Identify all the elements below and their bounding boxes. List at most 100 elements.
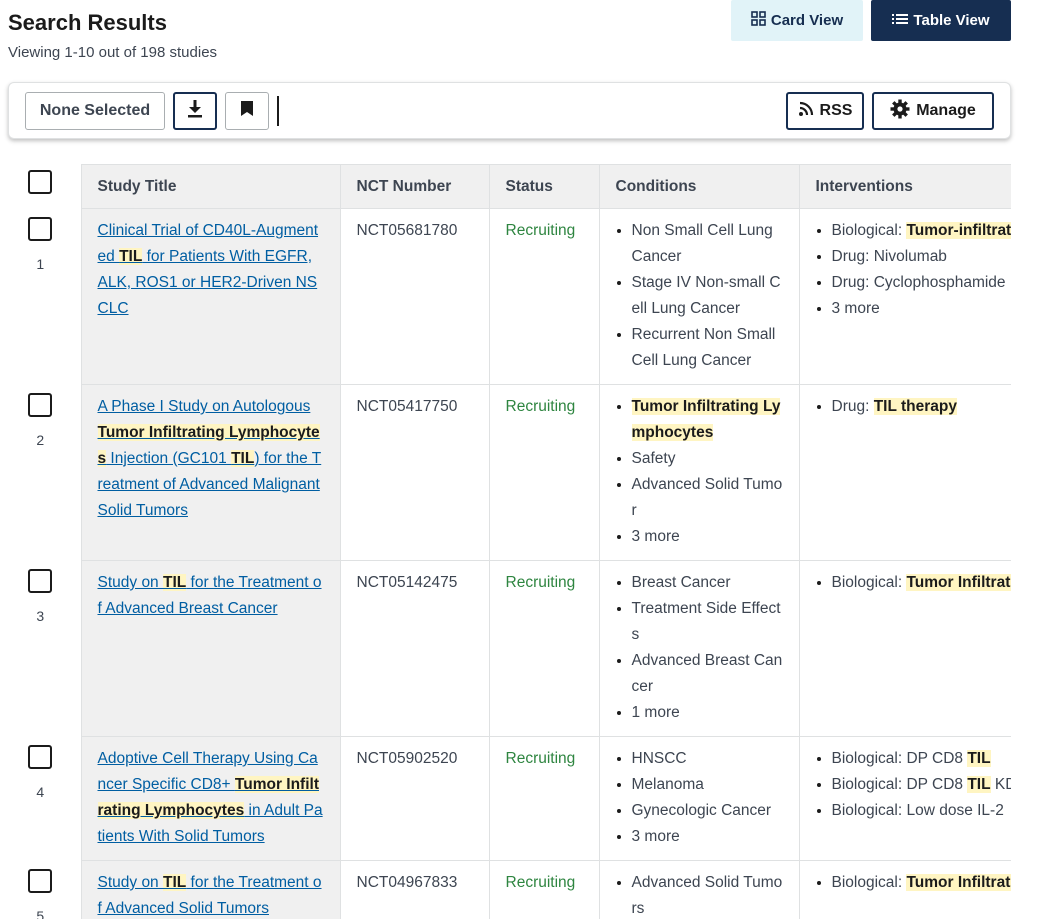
save-bookmark-button[interactable]: [225, 92, 269, 130]
row-checkbox[interactable]: [28, 744, 53, 769]
text-segment: 3 more: [831, 300, 880, 317]
row-select-cell: 2: [0, 384, 81, 561]
status-badge: Recruiting: [488, 860, 600, 919]
list-item: Stage IV Non-small Cell Lung Cancer: [632, 270, 783, 322]
interventions-list: Biological: Tumor Infiltrates (TIL): [816, 570, 1011, 596]
list-item: Biological: Tumor-infiltrates (TIL): [831, 218, 1011, 244]
interventions-cell: Biological: Tumor Infiltrates (TIL): [798, 860, 1011, 919]
search-term-highlight: TIL: [967, 750, 991, 767]
nct-number: NCT05681780: [339, 208, 490, 385]
status-badge: Recruiting: [488, 384, 600, 561]
text-segment: 3 more: [631, 528, 680, 545]
search-term-highlight: TIL: [119, 248, 143, 265]
list-item: Melanoma: [632, 772, 783, 798]
text-segment: Biological:: [831, 222, 907, 239]
list-item: 1 more: [632, 700, 783, 726]
grid-icon: [751, 11, 766, 30]
results-table-container: Study Title NCT Number Status Conditions…: [0, 164, 1011, 919]
download-button[interactable]: [173, 92, 217, 130]
text-segment: Study on: [97, 574, 163, 591]
study-title-link[interactable]: Clinical Trial of CD40L-Augmented TIL fo…: [98, 222, 319, 317]
text-segment: Breast Cancer: [631, 574, 731, 591]
search-term-highlight: TIL: [967, 776, 991, 793]
conditions-list: Tumor Infiltrating Lymphocytes Safety Adva…: [616, 394, 783, 550]
study-title-link[interactable]: Study on TIL for the Treatment of Advanc…: [98, 574, 322, 617]
list-item: Biological: Low dose IL-2: [832, 798, 1012, 824]
text-segment: Recurrent Non Small Cell Lung Cancer: [631, 326, 776, 369]
row-checkbox[interactable]: [28, 568, 53, 593]
text-segment: Biological: Low dose IL-2: [831, 802, 1004, 819]
column-header-status[interactable]: Status: [488, 164, 600, 209]
study-title-link[interactable]: Adoptive Cell Therapy Using Cancer Speci…: [97, 750, 323, 845]
text-segment: Biological:: [831, 574, 907, 591]
status-badge: Recruiting: [488, 208, 600, 385]
interventions-cell: Drug: TIL therapy: [798, 384, 1012, 561]
text-segment: Drug: Cyclophosphamide: [831, 274, 1006, 291]
conditions-list: Non Small Cell Lung Cancer Stage IV Non-s…: [616, 218, 783, 374]
row-checkbox[interactable]: [28, 216, 53, 241]
list-item: Non Small Cell Lung Cancer: [632, 218, 783, 270]
list-item: Advanced Breast Cancer: [632, 648, 783, 700]
list-item: 3 more: [632, 524, 783, 550]
conditions-list: Breast Cancer Treatment Side Effects Advan…: [616, 570, 783, 726]
manage-button[interactable]: Manage: [872, 92, 994, 130]
row-number: 2: [36, 431, 45, 448]
list-item: Drug: Nivolumab: [832, 244, 1012, 270]
table-row: 2 A Phase I Study on Autologous Tumor Inf…: [0, 384, 1012, 561]
list-item: Biological: DP CD8 TIL KD: [831, 772, 1011, 798]
column-header-study-title[interactable]: Study Title: [80, 164, 341, 209]
text-segment: Melanoma: [631, 776, 704, 793]
interventions-list: Drug: TIL therapy: [816, 394, 1012, 420]
status-badge: Recruiting: [488, 736, 600, 861]
row-select-cell: 5: [0, 860, 81, 919]
list-item: Treatment Side Effects: [632, 596, 783, 648]
text-segment: HNSCC: [631, 750, 687, 767]
study-title-cell: Study on TIL for the Treatment of Advanc…: [80, 860, 341, 919]
manage-label: Manage: [916, 102, 976, 119]
text-segment: 1 more: [631, 704, 680, 721]
search-term-highlight: TIL: [163, 874, 187, 891]
text-segment: Injection (GC101: [106, 450, 232, 467]
card-view-button[interactable]: Card View: [731, 0, 863, 41]
text-segment: Gynecologic Cancer: [631, 802, 772, 819]
interventions-list: Biological: DP CD8 TILBiological: DP CD8…: [816, 746, 1012, 824]
row-number: 1: [36, 255, 45, 272]
text-segment: Biological: DP CD8: [831, 776, 968, 793]
search-term-highlight: TIL: [163, 574, 187, 591]
table-view-button[interactable]: Table View: [871, 0, 1011, 41]
text-segment: Study on: [97, 874, 163, 891]
row-select-cell: 4: [0, 736, 81, 861]
study-title-link[interactable]: A Phase I Study on Autologous Tumor Infi…: [97, 398, 321, 519]
select-all-checkbox[interactable]: [28, 170, 53, 194]
interventions-cell: Biological: Tumor Infiltrates (TIL): [798, 560, 1011, 737]
rss-button[interactable]: RSS: [786, 92, 864, 130]
study-title-link[interactable]: Study on TIL for the Treatment of Advanc…: [98, 874, 322, 917]
text-segment: Drug:: [831, 398, 874, 415]
table-view-label: Table View: [913, 12, 990, 29]
study-title-cell: A Phase I Study on Autologous Tumor Infi…: [80, 384, 341, 561]
column-header-nct-number[interactable]: NCT Number: [339, 164, 490, 209]
text-segment: Drug: Nivolumab: [831, 248, 947, 265]
list-item: Breast Cancer: [632, 570, 783, 596]
text-segment: 3 more: [631, 828, 680, 845]
list-item: Gynecologic Cancer: [632, 798, 783, 824]
search-term-highlight: Tumor Infiltrates: [906, 574, 1011, 591]
list-icon: [892, 12, 909, 30]
text-segment: Treatment Side Effects: [631, 600, 781, 643]
column-header-interventions[interactable]: Interventions: [798, 164, 1011, 209]
column-header-conditions[interactable]: Conditions: [598, 164, 800, 209]
selection-dropdown-button[interactable]: None Selected: [25, 92, 165, 130]
results-table: Study Title NCT Number Status Conditions…: [0, 164, 1011, 919]
table-row: 4 Adoptive Cell Therapy Using Cancer Spec…: [0, 736, 1012, 861]
status-badge: Recruiting: [488, 560, 600, 737]
table-row: 5 Study on TIL for the Treatment of Advan…: [0, 860, 1011, 919]
row-checkbox[interactable]: [28, 392, 53, 417]
row-select-cell: 1: [0, 208, 81, 385]
bookmark-icon: [240, 100, 254, 122]
toolbar-divider: [277, 96, 279, 126]
row-checkbox[interactable]: [28, 868, 53, 893]
conditions-cell: Breast Cancer Treatment Side Effects Advan…: [598, 560, 800, 737]
page-title: Search Results: [8, 10, 167, 35]
download-icon: [187, 99, 203, 123]
search-term-highlight: TIL therapy: [873, 398, 957, 415]
